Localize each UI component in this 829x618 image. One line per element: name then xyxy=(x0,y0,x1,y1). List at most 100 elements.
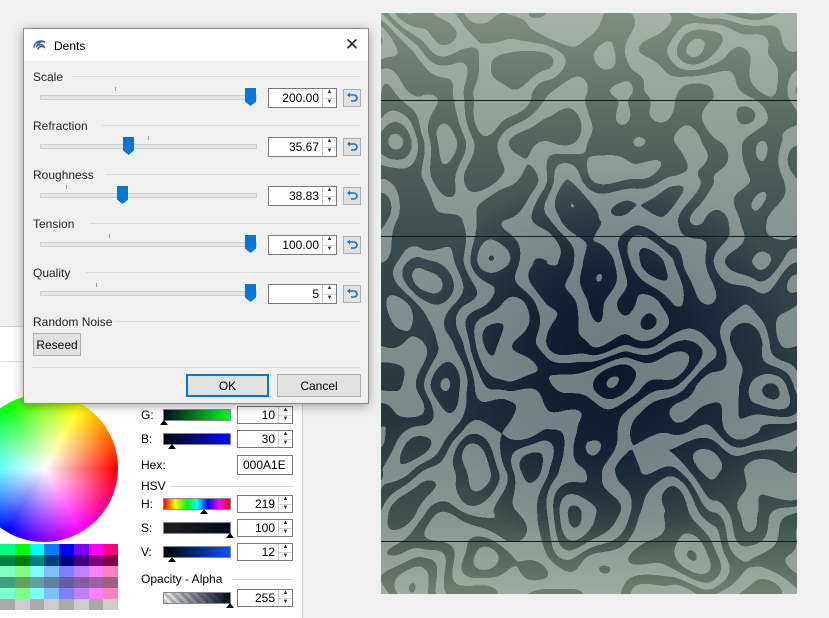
saturation-slider-thumb[interactable] xyxy=(226,533,234,538)
spin-down-icon[interactable]: ▼ xyxy=(279,597,292,607)
alpha-slider[interactable] xyxy=(163,592,234,608)
scale-slider-track[interactable] xyxy=(40,95,257,100)
spin-down-icon[interactable]: ▼ xyxy=(279,438,292,448)
tension-divider xyxy=(90,223,360,224)
roughness-divider xyxy=(106,174,360,175)
spin-up-icon[interactable]: ▲ xyxy=(279,496,292,504)
dents-dialog: Dents ✕ Scale 200.00 ▲ ▼ Refraction 35.67 ▲ ▼ Ro… xyxy=(23,28,369,404)
spin-up-icon[interactable]: ▲ xyxy=(279,407,292,415)
saturation-input[interactable]: 100 ▲ ▼ xyxy=(237,519,293,537)
hue-spinner[interactable]: ▲ ▼ xyxy=(278,496,292,512)
blue-slider-thumb[interactable] xyxy=(168,444,176,449)
quality-reset-button[interactable] xyxy=(343,285,361,303)
spin-up-icon[interactable]: ▲ xyxy=(323,138,336,147)
tension-reset-button[interactable] xyxy=(343,236,361,254)
hue-slider[interactable] xyxy=(163,498,231,514)
spin-down-icon[interactable]: ▼ xyxy=(323,97,336,108)
hue-row: H: xyxy=(141,494,231,514)
reseed-button[interactable]: Reseed xyxy=(33,333,81,356)
spin-down-icon[interactable]: ▼ xyxy=(279,414,292,424)
close-icon[interactable]: ✕ xyxy=(342,35,362,55)
saturation-slider[interactable] xyxy=(163,522,234,538)
hue-slider-thumb[interactable] xyxy=(200,509,208,514)
quality-slider-thumb[interactable] xyxy=(245,284,256,302)
refraction-spinner[interactable]: ▲ ▼ xyxy=(322,138,336,156)
spin-up-icon[interactable]: ▲ xyxy=(279,431,292,439)
refraction-reset-button[interactable] xyxy=(343,138,361,156)
blue-input[interactable]: 30 ▲ ▼ xyxy=(237,430,293,448)
value-slider[interactable] xyxy=(163,546,231,562)
roughness-value-input[interactable]: 38.83 ▲ ▼ xyxy=(268,186,337,206)
reset-arrow-icon xyxy=(347,190,358,200)
dialog-footer-divider xyxy=(32,367,360,368)
scale-value-input[interactable]: 200.00 ▲ ▼ xyxy=(268,88,337,108)
green-slider-thumb[interactable] xyxy=(160,420,168,425)
scale-reset-button[interactable] xyxy=(343,89,361,107)
roughness-reset-button[interactable] xyxy=(343,187,361,205)
saturation-spinner[interactable]: ▲ ▼ xyxy=(278,520,292,536)
green-channel-row: G: xyxy=(141,405,231,425)
spin-down-icon[interactable]: ▼ xyxy=(323,195,336,206)
roughness-spinner[interactable]: ▲ ▼ xyxy=(322,187,336,205)
blue-slider[interactable] xyxy=(163,433,231,449)
tension-slider-track[interactable] xyxy=(40,242,257,247)
scale-spinner[interactable]: ▲ ▼ xyxy=(322,89,336,107)
green-input[interactable]: 10 ▲ ▼ xyxy=(237,406,293,424)
hue-input[interactable]: 219 ▲ ▼ xyxy=(237,495,293,513)
hex-label: Hex: xyxy=(141,458,166,472)
quality-slider-track[interactable] xyxy=(40,291,257,296)
spin-down-icon[interactable]: ▼ xyxy=(323,244,336,255)
random-noise-divider xyxy=(115,321,360,322)
color-palette[interactable] xyxy=(0,544,118,610)
alpha-spinner[interactable]: ▲ ▼ xyxy=(278,590,292,606)
spin-down-icon[interactable]: ▼ xyxy=(279,503,292,513)
green-slider[interactable] xyxy=(160,409,231,425)
dialog-titlebar[interactable]: Dents ✕ xyxy=(24,29,368,61)
value-input[interactable]: 12 ▲ ▼ xyxy=(237,543,293,561)
canvas-seam xyxy=(381,541,797,542)
alpha-input[interactable]: 255 ▲ ▼ xyxy=(237,589,293,607)
tension-slider-thumb[interactable] xyxy=(245,235,256,253)
blue-label: B: xyxy=(141,432,153,446)
saturation-label: S: xyxy=(141,521,153,535)
scale-divider xyxy=(72,76,360,77)
spin-up-icon[interactable]: ▲ xyxy=(279,520,292,528)
cancel-button[interactable]: Cancel xyxy=(277,374,361,397)
hex-input[interactable]: 000A1E xyxy=(237,455,293,475)
blue-spinner[interactable]: ▲ ▼ xyxy=(278,431,292,447)
spin-down-icon[interactable]: ▼ xyxy=(323,293,336,304)
opacity-section-label: Opacity - Alpha xyxy=(141,572,223,586)
refraction-slider-track[interactable] xyxy=(40,144,257,149)
roughness-label: Roughness xyxy=(33,168,94,182)
roughness-slider-thumb[interactable] xyxy=(117,186,128,204)
spin-up-icon[interactable]: ▲ xyxy=(323,89,336,98)
refraction-value-input[interactable]: 35.67 ▲ ▼ xyxy=(268,137,337,157)
scale-label: Scale xyxy=(33,70,64,84)
scale-slider-thumb[interactable] xyxy=(245,88,256,106)
spin-up-icon[interactable]: ▲ xyxy=(279,544,292,552)
spin-down-icon[interactable]: ▼ xyxy=(279,527,292,537)
spin-up-icon[interactable]: ▲ xyxy=(323,236,336,245)
refraction-slider-thumb[interactable] xyxy=(123,137,134,155)
roughness-slider-track[interactable] xyxy=(40,193,257,198)
spin-down-icon[interactable]: ▼ xyxy=(279,551,292,561)
ok-button[interactable]: OK xyxy=(186,374,269,397)
reset-arrow-icon xyxy=(347,288,358,298)
tension-slider-tick xyxy=(109,234,110,238)
quality-value-input[interactable]: 5 ▲ ▼ xyxy=(268,284,337,304)
reset-arrow-icon xyxy=(347,239,358,249)
canvas-seam xyxy=(381,100,797,101)
tension-spinner[interactable]: ▲ ▼ xyxy=(322,236,336,254)
tension-value-input[interactable]: 100.00 ▲ ▼ xyxy=(268,235,337,255)
alpha-slider-thumb[interactable] xyxy=(226,603,234,608)
value-slider-thumb[interactable] xyxy=(168,557,176,562)
dialog-title: Dents xyxy=(54,39,86,53)
image-canvas[interactable] xyxy=(381,13,797,594)
spin-up-icon[interactable]: ▲ xyxy=(323,187,336,196)
spin-down-icon[interactable]: ▼ xyxy=(323,146,336,157)
spin-up-icon[interactable]: ▲ xyxy=(279,590,292,598)
quality-spinner[interactable]: ▲ ▼ xyxy=(322,285,336,303)
spin-up-icon[interactable]: ▲ xyxy=(323,285,336,294)
green-spinner[interactable]: ▲ ▼ xyxy=(278,407,292,423)
value-spinner[interactable]: ▲ ▼ xyxy=(278,544,292,560)
